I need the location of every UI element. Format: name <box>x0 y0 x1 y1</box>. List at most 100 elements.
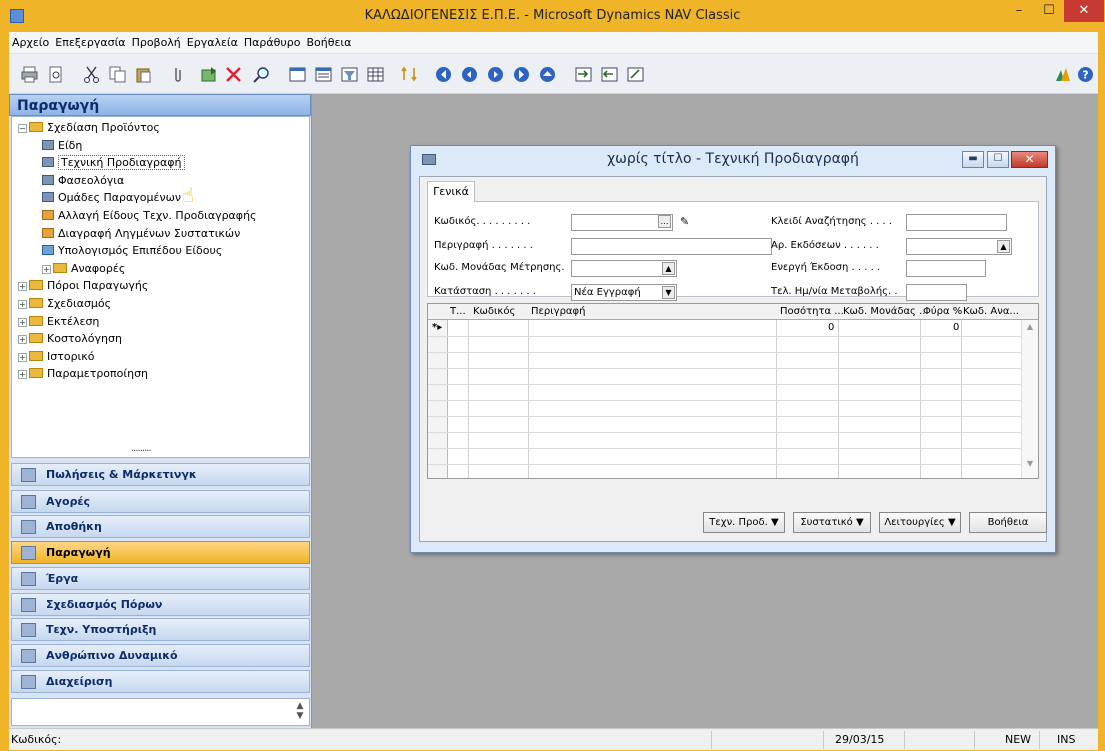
attach-icon[interactable] <box>169 66 186 83</box>
functions-button[interactable]: Λειτουργίες ▼ <box>879 512 961 533</box>
card-icon[interactable] <box>315 66 332 83</box>
next-icon[interactable] <box>487 66 504 83</box>
status-select[interactable]: Νέα Εγγραφή ▼ <box>571 284 677 301</box>
bom-lines-grid[interactable]: Τ... Κωδικός Περιγραφή Ποσότητα ... Κωδ.… <box>427 303 1039 479</box>
import-icon[interactable] <box>575 66 592 83</box>
expand-icon[interactable]: + <box>18 352 27 362</box>
tree-item[interactable]: + Σχεδιασμός <box>18 295 111 313</box>
help-icon[interactable]: ? <box>1077 66 1094 83</box>
col-routing-link[interactable]: Κωδ. Ανα... <box>963 306 1019 317</box>
col-code[interactable]: Κωδικός <box>473 306 515 317</box>
menu-tools[interactable]: Εργαλεία <box>184 32 241 49</box>
module-purchases[interactable]: Αγορές <box>11 490 310 513</box>
minimize-button[interactable]: – <box>1004 0 1034 22</box>
find-icon[interactable] <box>253 66 270 83</box>
quantity-cell[interactable]: 0 <box>828 322 834 333</box>
col-type[interactable]: Τ... <box>450 306 466 317</box>
scrap-cell[interactable]: 0 <box>953 322 959 333</box>
collapse-icon[interactable]: − <box>18 124 27 133</box>
lookup-button[interactable]: … <box>658 215 671 228</box>
last-icon[interactable] <box>513 66 530 83</box>
new-record-icon[interactable] <box>201 66 218 83</box>
tree-item[interactable]: Αλλαγή Είδους Τεχν. Προδιαγραφής <box>42 207 257 225</box>
uom-lookup-arrow[interactable]: ▲ <box>662 262 675 275</box>
tree-item[interactable]: Διαγραφή Ληγμένων Συστατικών <box>42 225 240 243</box>
col-quantity[interactable]: Ποσότητα ... <box>780 306 844 317</box>
versions-field[interactable]: ▲ <box>906 238 1012 255</box>
active-version-field[interactable] <box>906 260 986 277</box>
expand-icon[interactable]: + <box>18 282 27 292</box>
print-preview-icon[interactable] <box>47 66 64 83</box>
menu-edit[interactable]: Επεξεργασία <box>52 32 128 49</box>
module-administration[interactable]: Διαχείριση <box>11 670 310 693</box>
expand-icon[interactable]: + <box>18 370 27 380</box>
link-icon[interactable] <box>627 66 644 83</box>
splitter-grip[interactable]: ········· <box>131 446 152 457</box>
versions-lookup-arrow[interactable]: ▲ <box>997 240 1010 253</box>
table-icon[interactable] <box>367 66 384 83</box>
menu-window[interactable]: Παράθυρο <box>241 32 304 49</box>
print-icon[interactable] <box>21 66 38 83</box>
form-minimize-button[interactable]: ▬ <box>962 151 984 168</box>
sort-icon[interactable] <box>401 66 418 83</box>
maximize-button[interactable]: ☐ <box>1034 0 1064 22</box>
status-dropdown-arrow[interactable]: ▼ <box>662 286 675 299</box>
col-uom[interactable]: Κωδ. Μονάδας ... <box>843 306 929 317</box>
nav-scroll-arrows[interactable]: ▲ ▼ <box>293 701 307 723</box>
tree-item[interactable]: − Σχεδίαση Προϊόντος <box>18 119 160 137</box>
tree-item[interactable]: Ομάδες Παραγομένων <box>42 189 181 207</box>
description-field[interactable] <box>571 238 772 255</box>
menu-file[interactable]: Αρχείο <box>9 32 52 49</box>
help-button[interactable]: Βοήθεια <box>969 512 1047 533</box>
list-icon[interactable] <box>289 66 306 83</box>
tree-item[interactable]: + Κοστολόγηση <box>18 330 122 348</box>
module-resource-planning[interactable]: Σχεδιασμός Πόρων <box>11 593 310 616</box>
expand-icon[interactable]: + <box>42 264 51 274</box>
grid-vertical-scrollbar[interactable]: ▲ ▼ <box>1021 320 1038 478</box>
cut-icon[interactable] <box>83 66 100 83</box>
module-sales-marketing[interactable]: Πωλήσεις & Μάρκετινγκ <box>11 463 310 486</box>
expand-icon[interactable]: + <box>18 317 27 327</box>
first-icon[interactable] <box>435 66 452 83</box>
delete-icon[interactable] <box>225 66 242 83</box>
bom-actions-button[interactable]: Τεχν. Προδ. ▼ <box>703 512 785 533</box>
tab-general[interactable]: Γενικά <box>427 181 475 202</box>
tree-item[interactable]: + Αναφορές <box>42 260 125 278</box>
module-service[interactable]: Τεχν. Υποστήριξη <box>11 618 310 641</box>
tree-item[interactable]: Υπολογισμός Επιπέδου Είδους <box>42 242 222 260</box>
export-icon[interactable] <box>601 66 618 83</box>
menu-view[interactable]: Προβολή <box>129 32 184 49</box>
col-scrap[interactable]: Φύρα % <box>923 306 962 317</box>
tree-item[interactable]: + Εκτέλεση <box>18 313 99 331</box>
up-icon[interactable] <box>539 66 556 83</box>
status-field-name: Κωδικός: <box>11 733 62 746</box>
expand-icon[interactable]: + <box>18 300 27 309</box>
module-manufacturing[interactable]: Παραγωγή <box>11 541 310 564</box>
tree-item[interactable]: + Πόροι Παραγωγής <box>18 277 148 295</box>
previous-icon[interactable] <box>461 66 478 83</box>
uom-field[interactable]: ▲ <box>571 260 677 277</box>
component-button[interactable]: Συστατικό ▼ <box>793 512 871 533</box>
col-description[interactable]: Περιγραφή <box>531 306 585 317</box>
module-human-resources[interactable]: Ανθρώπινο Δυναμικό <box>11 644 310 667</box>
module-warehouse[interactable]: Αποθήκη <box>11 515 310 538</box>
tree-item[interactable]: + Ιστορικό <box>18 348 95 366</box>
search-key-field[interactable] <box>906 214 1007 231</box>
expand-icon[interactable]: + <box>18 335 27 345</box>
tree-item[interactable]: Είδη <box>42 137 82 155</box>
paste-icon[interactable] <box>135 66 152 83</box>
form-maximize-button[interactable]: ☐ <box>987 151 1009 168</box>
menu-help[interactable]: Βοήθεια <box>303 32 354 49</box>
module-jobs[interactable]: Έργα <box>11 567 310 590</box>
close-button[interactable]: ✕ <box>1064 0 1104 22</box>
last-modified-field[interactable] <box>906 284 967 301</box>
nav-footer: ▲ ▼ <box>11 698 310 726</box>
pencil-icon[interactable]: ✎ <box>680 215 689 228</box>
filter-icon[interactable] <box>341 66 358 83</box>
tree-item[interactable]: Φασεολόγια <box>42 172 124 190</box>
resource-planning-icon <box>21 598 36 612</box>
form-close-button[interactable]: ✕ <box>1011 151 1048 168</box>
tree-item[interactable]: Τεχνική Προδιαγραφή <box>42 154 185 172</box>
copy-icon[interactable] <box>109 66 126 83</box>
tree-item[interactable]: + Παραμετροποίηση <box>18 365 148 383</box>
